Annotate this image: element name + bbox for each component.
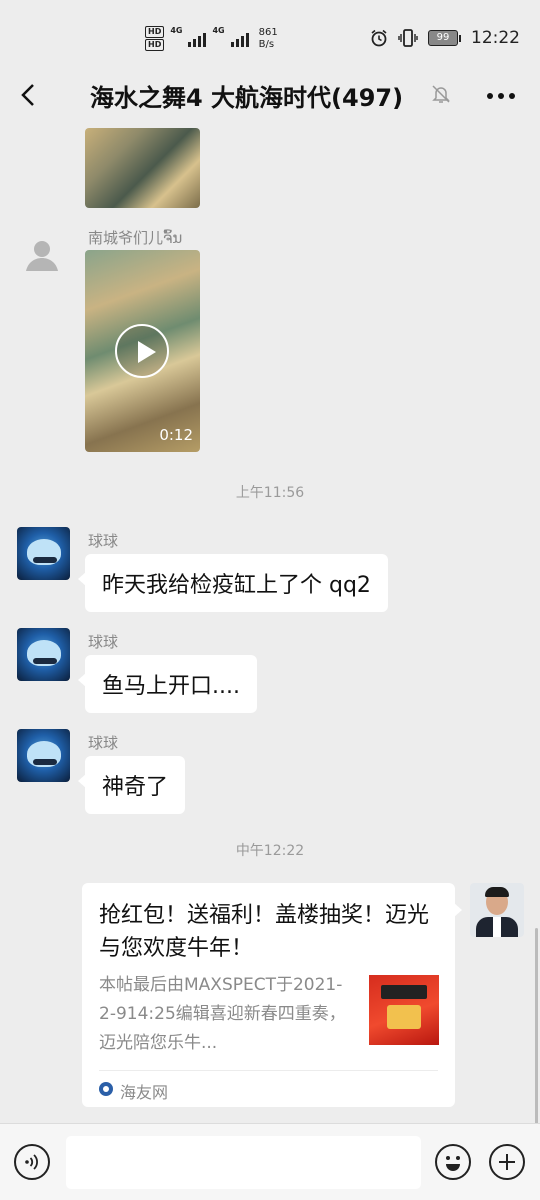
battery-level: 99 [428, 30, 458, 46]
my-avatar[interactable] [470, 883, 524, 937]
text-message[interactable]: 神奇了 [77, 756, 186, 814]
avatar[interactable] [17, 230, 67, 280]
back-button[interactable] [14, 80, 44, 110]
voice-icon [25, 1154, 38, 1170]
mute-icon [432, 85, 450, 103]
alarm-icon [371, 29, 387, 47]
sender-name: 球球 [88, 734, 119, 752]
scrollbar[interactable] [535, 928, 538, 1123]
hd-icon: HD HD [145, 26, 165, 51]
vibrate-icon [398, 29, 418, 47]
chat-header: 海水之舞4 大航海时代(497) [0, 70, 540, 120]
system-status: 99 12:22 [370, 28, 520, 48]
link-card-title: 抢红包！送福利！盖楼抽奖！迈光与您欢度牛年！ [99, 903, 430, 961]
text-message[interactable]: 鱼马上开口.... [78, 655, 257, 713]
network-type-2: 4G [212, 26, 225, 35]
image-message[interactable] [85, 128, 200, 208]
message-input[interactable] [66, 1136, 421, 1189]
sender-name: 球球 [88, 532, 119, 550]
signal-icon [188, 31, 207, 47]
chat-title: 海水之舞4 大航海时代(497) [90, 84, 404, 112]
back-icon [21, 84, 34, 106]
avatar[interactable] [17, 729, 70, 782]
sender-name: 南城爷们儿ຈົ້ນ [88, 229, 183, 247]
source-logo-icon [99, 1082, 113, 1096]
emoji-icon [446, 1156, 460, 1171]
voice-button[interactable] [14, 1144, 50, 1180]
more-icon [487, 93, 515, 99]
link-card-thumbnail [369, 975, 439, 1045]
message-timestamp: 上午11:56 [235, 485, 305, 501]
battery-icon: 99 [428, 30, 461, 46]
network-speed: 861 B/s [259, 27, 278, 51]
divider [99, 1070, 438, 1071]
video-message[interactable]: 0:12 [85, 250, 200, 452]
clock: 12:22 [471, 28, 520, 48]
speed-unit: B/s [258, 38, 275, 50]
status-bar: HD HD 4G 4G 861 B/s 99 12:22 [0, 0, 540, 70]
default-avatar-icon [26, 241, 58, 271]
plus-button[interactable] [489, 1144, 525, 1180]
network-status: HD HD 4G 4G 861 B/s [145, 26, 278, 51]
emoji-button[interactable] [435, 1144, 471, 1180]
message-text: 神奇了 [102, 775, 169, 800]
link-card[interactable]: 抢红包！送福利！盖楼抽奖！迈光与您欢度牛年！ 本帖最后由MAXSPECT于202… [82, 883, 462, 1107]
avatar[interactable] [17, 628, 70, 681]
input-bar [0, 1123, 540, 1200]
message-text: 鱼马上开口.... [102, 674, 240, 699]
avatar[interactable] [17, 527, 70, 580]
chat-messages[interactable]: 南城爷们儿ຈົ້ນ 0:12 上午11:56 球球 昨天我给检疫缸上了个 qq2… [0, 120, 540, 1123]
signal-icon [230, 31, 249, 47]
play-icon[interactable] [115, 324, 169, 378]
speed-value: 861 [258, 26, 278, 38]
network-type-1: 4G [170, 26, 183, 35]
link-card-source: 海友网 [120, 1083, 169, 1102]
text-message[interactable]: 昨天我给检疫缸上了个 qq2 [78, 554, 388, 612]
video-duration: 0:12 [159, 426, 193, 444]
message-text: 昨天我给检疫缸上了个 qq2 [102, 573, 371, 598]
sender-name: 球球 [88, 633, 119, 651]
link-card-description: 本帖最后由MAXSPECT于2021-2-914:25编辑喜迎新春四重奏，迈光陪… [99, 975, 346, 1053]
message-timestamp: 中午12:22 [235, 843, 305, 859]
more-button[interactable] [486, 82, 516, 102]
